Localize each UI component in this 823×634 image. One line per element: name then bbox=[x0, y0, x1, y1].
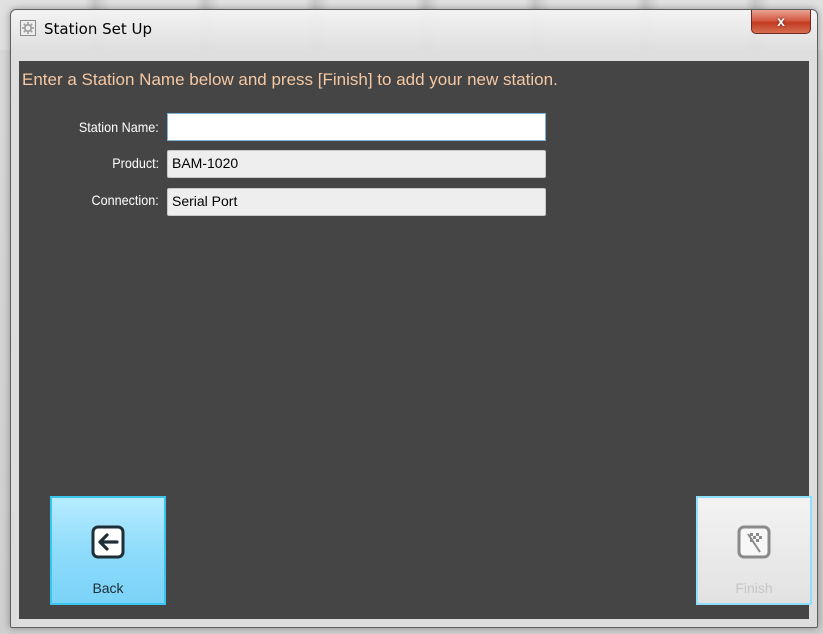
connection-field: Serial Port bbox=[167, 188, 546, 216]
station-name-label: Station Name: bbox=[79, 119, 159, 135]
arrow-left-icon bbox=[91, 525, 125, 559]
station-setup-dialog: Station Set Up x Enter a Station Name be… bbox=[10, 9, 818, 628]
close-icon: x bbox=[777, 13, 785, 29]
checkered-flag-icon bbox=[737, 525, 771, 559]
finish-label: Finish bbox=[735, 580, 773, 596]
back-button[interactable]: Back bbox=[50, 496, 166, 605]
instruction-text: Enter a Station Name below and press [Fi… bbox=[22, 70, 558, 89]
gear-icon bbox=[20, 20, 36, 36]
station-name-input[interactable] bbox=[167, 113, 546, 141]
title-bar[interactable]: Station Set Up x bbox=[11, 10, 817, 52]
finish-button[interactable]: Finish bbox=[696, 496, 812, 605]
connection-label: Connection: bbox=[91, 192, 159, 208]
window-title: Station Set Up bbox=[44, 20, 152, 38]
product-field: BAM-1020 bbox=[167, 150, 546, 178]
product-label: Product: bbox=[112, 155, 159, 171]
back-label: Back bbox=[92, 580, 124, 596]
close-button[interactable]: x bbox=[751, 10, 811, 34]
dialog-content: Enter a Station Name below and press [Fi… bbox=[19, 61, 812, 619]
